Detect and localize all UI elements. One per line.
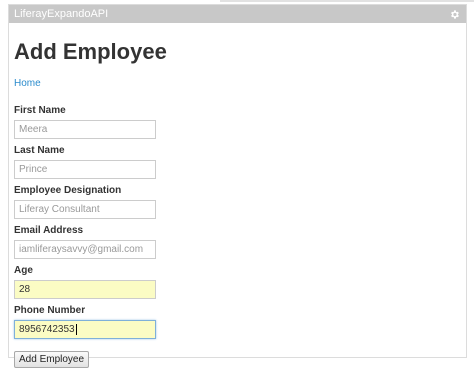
email-label: Email Address — [14, 225, 84, 236]
text-caret — [75, 324, 77, 335]
first-name-label: First Name — [14, 105, 66, 116]
add-employee-form: First Name Meera Last Name Prince Employ… — [14, 105, 466, 368]
designation-input[interactable]: Liferay Consultant — [14, 200, 156, 219]
portlet-titlebar: LiferayExpandoAPI — [9, 5, 466, 23]
phone-label: Phone Number — [14, 305, 86, 316]
field-email: Email Address iamliferaysavvy@gmail.com — [14, 225, 466, 259]
age-label: Age — [14, 265, 33, 276]
phone-value: 8956742353 — [19, 324, 75, 335]
designation-value: Liferay Consultant — [19, 204, 100, 215]
top-strip — [220, 0, 474, 2]
last-name-label: Last Name — [14, 145, 65, 156]
age-value: 28 — [19, 284, 31, 295]
last-name-input[interactable]: Prince — [14, 160, 156, 179]
phone-input[interactable]: 8956742353 — [14, 320, 156, 339]
designation-label: Employee Designation — [14, 185, 122, 196]
field-first-name: First Name Meera — [14, 105, 466, 139]
home-link[interactable]: Home — [14, 78, 41, 89]
age-input[interactable]: 28 — [14, 280, 156, 299]
portlet-content: Add Employee Home First Name Meera Last … — [9, 23, 466, 368]
gear-icon[interactable] — [448, 8, 460, 20]
first-name-input[interactable]: Meera — [14, 120, 156, 139]
field-phone: Phone Number 8956742353 — [14, 305, 466, 339]
email-value: iamliferaysavvy@gmail.com — [19, 244, 144, 255]
portlet: LiferayExpandoAPI Add Employee Home Firs… — [8, 4, 467, 368]
field-designation: Employee Designation Liferay Consultant — [14, 185, 466, 219]
portlet-title: LiferayExpandoAPI — [14, 8, 109, 20]
field-last-name: Last Name Prince — [14, 145, 466, 179]
last-name-value: Prince — [19, 164, 48, 175]
email-input[interactable]: iamliferaysavvy@gmail.com — [14, 240, 156, 259]
add-employee-button[interactable]: Add Employee — [14, 351, 90, 368]
field-age: Age 28 — [14, 265, 466, 299]
first-name-value: Meera — [19, 124, 48, 135]
page-title: Add Employee — [14, 39, 167, 64]
